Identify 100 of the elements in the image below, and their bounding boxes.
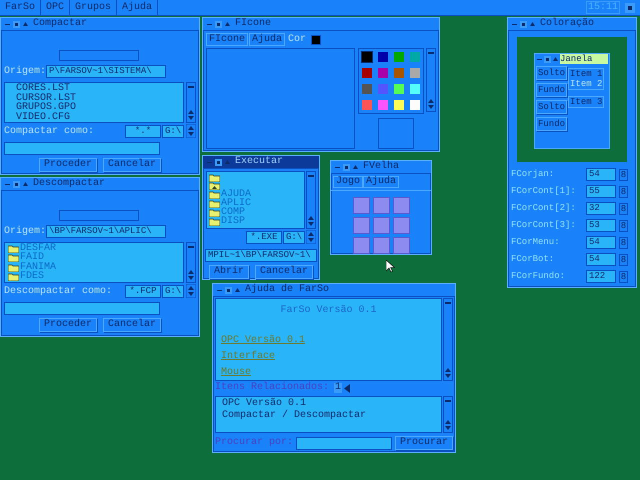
origin-field[interactable]: \BP\FARSOV~1\APLIC\ [46,225,166,238]
menu-item[interactable]: Jogo [333,176,364,188]
close-icon[interactable] [625,2,635,12]
minus-icon[interactable] [188,245,194,249]
color-swatch[interactable] [362,68,372,78]
square-icon[interactable] [520,20,527,28]
up-arrow-icon[interactable] [308,216,314,220]
list-item[interactable]: COMP [221,208,246,218]
list-item[interactable]: Compactar / Descompactar [222,411,435,421]
color-swatch[interactable] [378,84,388,94]
color-swatch[interactable] [378,68,388,78]
origin-field[interactable]: P\FARSOV~1\SISTEMA\ [46,65,166,78]
list-item[interactable]: FAID [20,253,44,264]
board-cell[interactable] [372,237,390,254]
board-cell[interactable] [392,217,410,234]
drive-field[interactable]: G:\ [162,285,184,298]
list-item[interactable]: APLIC [221,198,252,208]
scrollbar[interactable] [443,396,453,433]
list-item[interactable]: FANIMA [20,262,56,273]
down-arrow-icon[interactable] [428,105,434,109]
target-field[interactable] [4,142,160,155]
board-cell[interactable] [352,217,370,234]
search-field[interactable] [296,436,392,450]
spin-control[interactable]: 8 [619,186,628,198]
up-arrow-icon[interactable] [445,420,451,424]
target-field[interactable] [4,302,160,315]
help-link[interactable]: Interface [221,352,276,362]
board-cell[interactable] [392,237,410,254]
color-swatch[interactable] [394,84,404,94]
dialog-button[interactable]: Cancelar [103,158,162,172]
square-icon[interactable] [225,286,232,294]
spinner-icon[interactable] [186,124,196,138]
mask-field[interactable]: *.* [125,125,161,138]
spin-control[interactable]: 8 [619,254,628,266]
list-item[interactable]: DESFAR [20,244,56,254]
icon-canvas[interactable] [206,48,356,149]
spin-control[interactable]: 8 [619,202,628,214]
value-field[interactable]: 54 [586,168,616,181]
list-item[interactable]: VIDEO.CFG [8,112,180,122]
minus-icon[interactable] [188,85,194,89]
list-item[interactable]: OPC Versão 0.1 [222,399,435,409]
list-item[interactable]: GRUPOS.GPO [8,103,180,112]
up-arrow-icon[interactable] [428,99,434,103]
color-swatch[interactable] [378,52,388,62]
color-swatch[interactable] [410,52,420,62]
minus-icon[interactable] [308,174,314,178]
minus-icon[interactable] [428,51,434,55]
spin-control[interactable]: 8 [619,220,628,232]
preview-button[interactable]: Fundo [536,117,568,131]
down-arrow-icon[interactable] [445,374,451,378]
value-field[interactable]: 54 [586,236,616,249]
menu-item[interactable]: FIcone [206,33,248,46]
value-field[interactable]: 53 [586,219,616,232]
help-link[interactable]: OPC Versão 0.1 [221,336,306,346]
color-swatch[interactable] [394,100,404,110]
list-item[interactable]: AJUDA [221,190,252,200]
spinner-icon[interactable] [186,284,196,298]
spin-control[interactable]: 8 [619,236,628,248]
help-link[interactable]: Mouse [221,368,252,378]
preview-button[interactable]: Solto [536,100,568,114]
color-swatch[interactable] [394,68,404,78]
list-item[interactable]: CURSOR.LST [8,94,180,103]
square-icon[interactable] [13,20,20,28]
dialog-button[interactable]: Proceder [38,318,97,332]
color-swatch[interactable] [362,52,372,62]
down-arrow-icon[interactable] [188,276,194,280]
triangle-icon[interactable] [529,20,536,28]
drive-field[interactable]: G:\ [162,125,184,138]
square-icon[interactable] [215,20,222,28]
empty-field[interactable] [59,210,139,221]
list-item[interactable]: FDES [20,272,44,282]
menu-item[interactable]: Ajuda [363,176,400,188]
dialog-button[interactable]: Proceder [38,158,97,172]
board-cell[interactable] [372,217,390,234]
mask-field[interactable]: *.FCP [125,285,161,298]
color-swatch[interactable] [362,84,372,94]
menu-item[interactable]: Grupos [70,0,118,16]
square-icon[interactable] [13,180,20,188]
search-button[interactable]: Procurar [394,436,453,450]
drive-field[interactable]: G:\ [283,231,305,244]
menu-item[interactable]: Ajuda [117,0,158,16]
menu-item[interactable]: OPC [41,0,70,16]
preview-item[interactable]: Item 3 [568,96,604,108]
spin-control[interactable]: 8 [619,270,628,282]
list-item[interactable]: Item 1 [570,69,602,79]
triangle-icon[interactable] [234,286,241,294]
preview-button[interactable]: Solto [536,66,568,80]
color-swatch[interactable] [410,68,420,78]
preview-button[interactable]: Fundo [536,83,568,97]
color-swatch[interactable] [362,100,372,110]
board-cell[interactable] [372,197,390,214]
dialog-button[interactable]: Abrir [208,265,249,279]
square-icon[interactable] [544,56,551,62]
triangle-icon[interactable] [224,20,231,28]
board-cell[interactable] [352,237,370,254]
spin-control[interactable]: 8 [619,168,628,180]
spinner-icon[interactable] [306,230,316,244]
board-cell[interactable] [392,197,410,214]
list-item[interactable]: DISP [221,216,246,226]
dialog-button[interactable]: Cancelar [103,318,162,332]
